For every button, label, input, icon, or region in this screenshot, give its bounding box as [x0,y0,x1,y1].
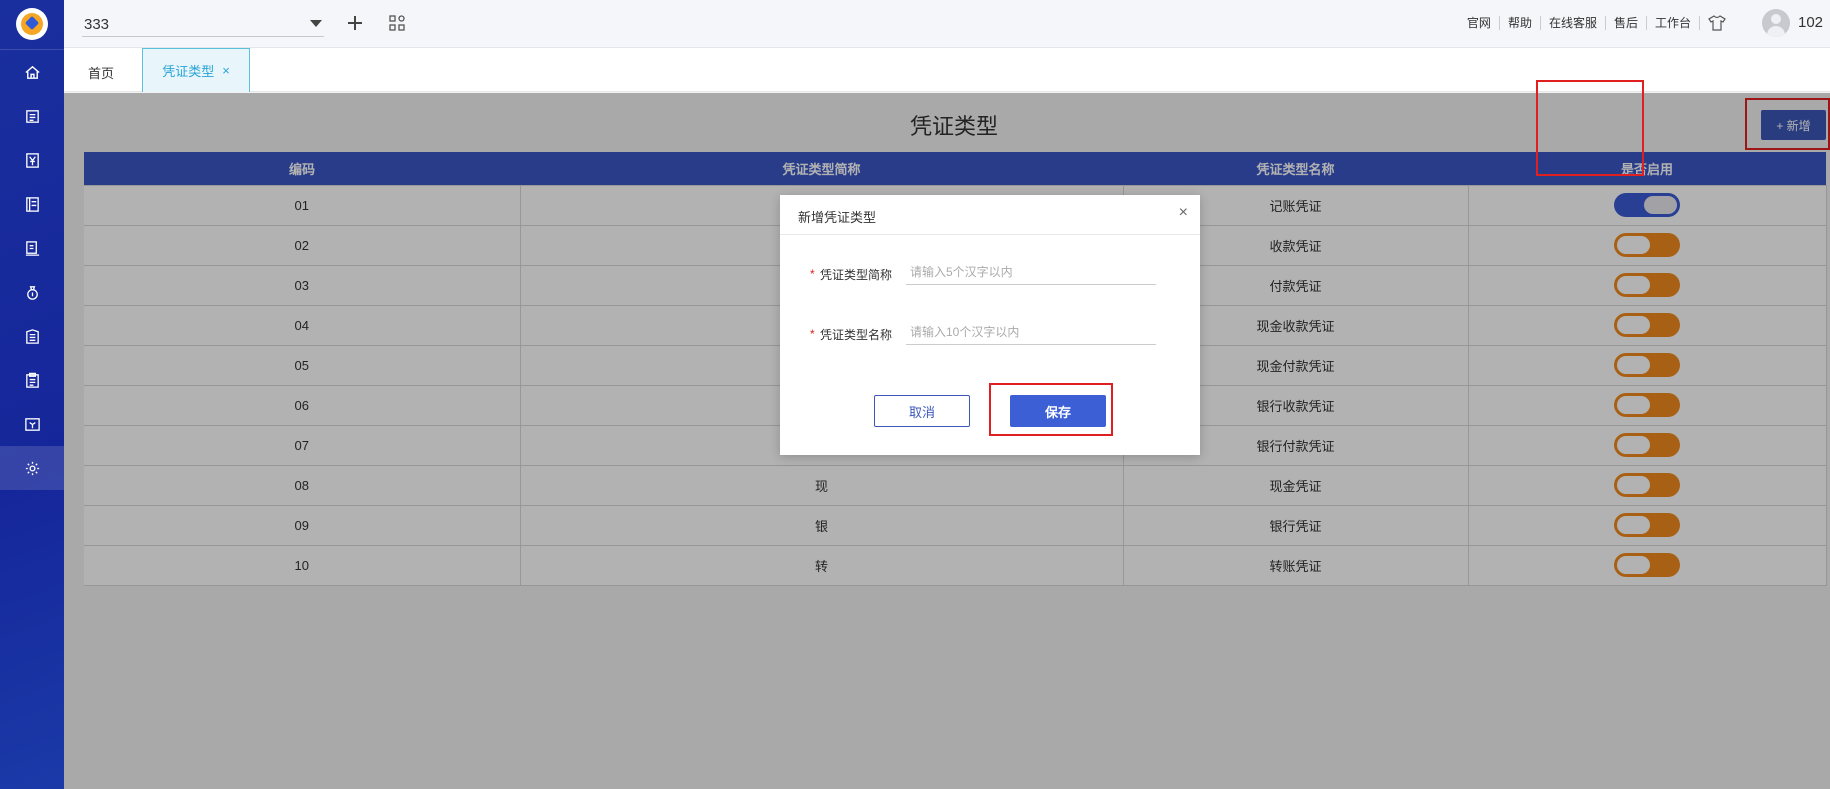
avatar[interactable] [1762,9,1790,37]
tab-voucher-type[interactable]: 凭证类型 × [142,48,250,92]
sidebar-item-settings[interactable] [0,446,64,490]
yen-icon [25,152,39,168]
abbr-label: 凭证类型简称 [820,268,893,282]
form-row-name: * 凭证类型名称 [810,317,1170,347]
money-bag-icon [26,285,38,300]
required-mark: * [810,327,815,341]
abbr-input[interactable] [906,259,1156,285]
home-icon [24,65,40,79]
link-help[interactable]: 帮助 [1500,16,1541,30]
link-official-site[interactable]: 官网 [1459,16,1500,30]
clipboard-icon [25,372,39,388]
gear-icon [25,461,39,475]
cancel-button[interactable]: 取消 [874,395,970,427]
name-input[interactable] [906,319,1156,345]
sidebar-item-organization[interactable] [0,314,64,358]
apps-button[interactable] [386,12,408,34]
add-org-button[interactable] [344,12,366,34]
invoice-icon [24,417,40,431]
org-select[interactable]: 333 [82,11,324,37]
name-label: 凭证类型名称 [820,328,893,342]
plus-icon [348,16,362,30]
form-row-abbr: * 凭证类型简称 [810,257,1170,287]
dialog-title: 新增凭证类型 [798,210,877,225]
link-workbench[interactable]: 工作台 [1647,16,1700,30]
tshirt-icon [1708,15,1726,31]
sidebar [0,0,64,789]
report-icon [25,240,39,256]
sidebar-item-report[interactable] [0,226,64,270]
theme-button[interactable] [1700,15,1734,31]
user-code[interactable]: 102 [1798,14,1830,31]
close-icon[interactable]: × [1179,204,1188,222]
tab-home[interactable]: 首页 [88,63,114,82]
sidebar-item-ledger[interactable] [0,182,64,226]
top-bar: 333 官网 帮助 在线客服 售后 工作台 102 [64,0,1830,48]
top-links: 官网 帮助 在线客服 售后 工作台 [1459,15,1734,31]
highlight-toggle-box [1536,80,1644,176]
sidebar-item-voucher[interactable] [0,94,64,138]
sidebar-item-records[interactable] [0,358,64,402]
document-icon [25,109,39,123]
highlight-save-box [989,383,1113,436]
required-mark: * [810,267,815,281]
org-select-value: 333 [84,16,110,33]
dialog-header: 新增凭证类型 × [780,195,1200,235]
building-icon [25,328,39,344]
link-online-service[interactable]: 在线客服 [1541,16,1606,30]
link-after-sales[interactable]: 售后 [1606,16,1647,30]
sidebar-item-finance[interactable] [0,138,64,182]
chevron-down-icon [310,20,322,27]
sidebar-item-assets[interactable] [0,270,64,314]
ledger-icon [25,196,39,212]
tab-voucher-type-label: 凭证类型 [162,64,215,79]
sidebar-item-home[interactable] [0,50,64,94]
app-logo[interactable] [16,8,48,40]
close-icon[interactable]: × [222,63,230,78]
sidebar-item-invoice[interactable] [0,402,64,446]
apps-grid-icon [389,15,405,31]
